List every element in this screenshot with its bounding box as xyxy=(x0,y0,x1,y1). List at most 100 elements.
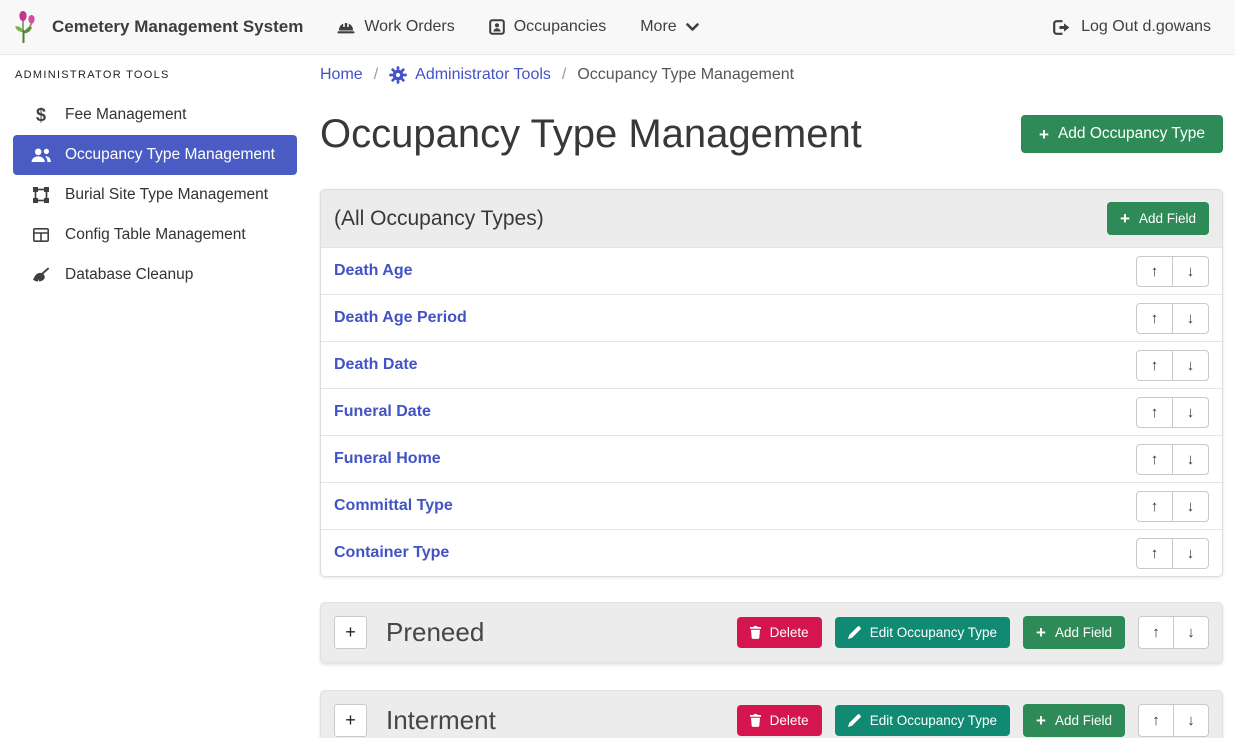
breadcrumb: Home / xyxy=(320,63,1223,87)
table-row: Death Age ↑ ↓ xyxy=(321,247,1222,294)
plus-icon: + xyxy=(1120,210,1130,227)
reorder-buttons: ↑ ↓ xyxy=(1136,538,1209,569)
edit-occupancy-type-button[interactable]: Edit Occupancy Type xyxy=(835,705,1010,736)
pencil-icon xyxy=(848,626,861,639)
section-actions: Delete Edit Occupancy Type + Add Field ↑ xyxy=(737,704,1209,737)
broom-icon xyxy=(30,267,52,283)
field-link-container-type[interactable]: Container Type xyxy=(334,544,449,562)
section-title: Preneed xyxy=(386,617,484,648)
delete-button[interactable]: Delete xyxy=(737,705,822,736)
button-label: Add Field xyxy=(1055,713,1112,728)
all-occupancy-types-card: (All Occupancy Types) + Add Field Death … xyxy=(320,189,1223,577)
logout-button[interactable]: Log Out d.gowans xyxy=(1053,18,1211,36)
reorder-buttons: ↑ ↓ xyxy=(1136,350,1209,381)
main-nav: Work Orders Occupancies More xyxy=(303,18,698,36)
sidebar: ADMINISTRATOR TOOLS $ Fee Management Occ… xyxy=(0,55,310,738)
button-label: Add Occupancy Type xyxy=(1058,125,1205,143)
move-down-button[interactable]: ↓ xyxy=(1172,256,1209,287)
reorder-buttons: ↑ ↓ xyxy=(1138,616,1209,649)
nav-label: More xyxy=(640,18,676,36)
table-row: Death Date ↑ ↓ xyxy=(321,341,1222,388)
vector-square-icon xyxy=(30,187,52,203)
app-brand[interactable]: Cemetery Management System xyxy=(14,10,303,44)
move-down-button[interactable]: ↓ xyxy=(1172,303,1209,334)
move-down-button[interactable]: ↓ xyxy=(1173,616,1209,649)
field-link-funeral-date[interactable]: Funeral Date xyxy=(334,403,431,421)
field-link-death-age[interactable]: Death Age xyxy=(334,262,413,280)
move-down-button[interactable]: ↓ xyxy=(1173,704,1209,737)
move-down-button[interactable]: ↓ xyxy=(1172,397,1209,428)
pencil-icon xyxy=(848,714,861,727)
section-actions: Delete Edit Occupancy Type + Add Field ↑ xyxy=(737,616,1209,649)
app-title: Cemetery Management System xyxy=(52,17,303,37)
sidebar-item-occupancy-type-management[interactable]: Occupancy Type Management xyxy=(13,135,297,175)
chevron-down-icon xyxy=(686,23,699,32)
breadcrumb-administrator-tools[interactable]: Administrator Tools xyxy=(389,66,551,84)
sidebar-item-database-cleanup[interactable]: Database Cleanup xyxy=(13,255,297,295)
edit-occupancy-type-button[interactable]: Edit Occupancy Type xyxy=(835,617,1010,648)
move-up-button[interactable]: ↑ xyxy=(1136,256,1173,287)
expand-button[interactable]: + xyxy=(334,704,367,737)
move-up-button[interactable]: ↑ xyxy=(1136,491,1173,522)
move-up-button[interactable]: ↑ xyxy=(1136,397,1173,428)
delete-button[interactable]: Delete xyxy=(737,617,822,648)
reorder-buttons: ↑ ↓ xyxy=(1136,397,1209,428)
card-title: (All Occupancy Types) xyxy=(334,205,544,233)
move-down-button[interactable]: ↓ xyxy=(1172,491,1209,522)
nav-work-orders[interactable]: Work Orders xyxy=(337,18,454,36)
field-link-death-age-period[interactable]: Death Age Period xyxy=(334,309,467,327)
occupancy-type-section-preneed: + Preneed Delete xyxy=(320,602,1223,663)
move-up-button[interactable]: ↑ xyxy=(1136,303,1173,334)
sidebar-item-label: Burial Site Type Management xyxy=(65,186,268,204)
table-row: Death Age Period ↑ ↓ xyxy=(321,294,1222,341)
sidebar-item-label: Fee Management xyxy=(65,106,187,124)
trash-icon xyxy=(750,714,761,727)
button-label: Edit Occupancy Type xyxy=(870,625,997,640)
breadcrumb-home[interactable]: Home xyxy=(320,66,363,84)
button-label: Add Field xyxy=(1139,211,1196,226)
nav-label: Work Orders xyxy=(364,18,454,36)
card-header: (All Occupancy Types) + Add Field xyxy=(321,190,1222,247)
nav-more[interactable]: More xyxy=(640,18,698,36)
button-label: Edit Occupancy Type xyxy=(870,713,997,728)
add-occupancy-type-button[interactable]: + Add Occupancy Type xyxy=(1021,115,1223,153)
table-row: Container Type ↑ ↓ xyxy=(321,529,1222,576)
move-down-button[interactable]: ↓ xyxy=(1172,350,1209,381)
top-navbar: Cemetery Management System Work Orders O… xyxy=(0,0,1235,55)
move-up-button[interactable]: ↑ xyxy=(1136,444,1173,475)
move-down-button[interactable]: ↓ xyxy=(1172,538,1209,569)
move-up-button[interactable]: ↑ xyxy=(1136,538,1173,569)
sidebar-item-fee-management[interactable]: $ Fee Management xyxy=(13,95,297,135)
gear-icon xyxy=(389,66,407,84)
move-down-button[interactable]: ↓ xyxy=(1172,444,1209,475)
move-up-button[interactable]: ↑ xyxy=(1138,704,1174,737)
add-field-button[interactable]: + Add Field xyxy=(1107,202,1209,235)
trash-icon xyxy=(750,626,761,639)
sidebar-item-label: Config Table Management xyxy=(65,226,246,244)
occupancy-type-section-interment: + Interment Delete xyxy=(320,690,1223,738)
field-link-funeral-home[interactable]: Funeral Home xyxy=(334,450,441,468)
reorder-buttons: ↑ ↓ xyxy=(1136,491,1209,522)
add-field-button[interactable]: + Add Field xyxy=(1023,616,1125,649)
breadcrumb-separator: / xyxy=(562,66,566,84)
button-label: Add Field xyxy=(1055,625,1112,640)
move-up-button[interactable]: ↑ xyxy=(1138,616,1174,649)
reorder-buttons: ↑ ↓ xyxy=(1136,444,1209,475)
sign-out-icon xyxy=(1053,20,1071,35)
field-link-death-date[interactable]: Death Date xyxy=(334,356,418,374)
move-up-button[interactable]: ↑ xyxy=(1136,350,1173,381)
table-row: Committal Type ↑ ↓ xyxy=(321,482,1222,529)
expand-button[interactable]: + xyxy=(334,616,367,649)
hard-hat-icon xyxy=(337,20,355,34)
nav-occupancies[interactable]: Occupancies xyxy=(489,18,607,36)
field-link-committal-type[interactable]: Committal Type xyxy=(334,497,453,515)
sidebar-item-burial-site-type-management[interactable]: Burial Site Type Management xyxy=(13,175,297,215)
add-field-button[interactable]: + Add Field xyxy=(1023,704,1125,737)
breadcrumb-label: Administrator Tools xyxy=(415,66,551,84)
page-title: Occupancy Type Management xyxy=(320,111,862,157)
plus-icon: + xyxy=(1036,624,1046,641)
button-label: Delete xyxy=(770,625,809,640)
reorder-buttons: ↑ ↓ xyxy=(1138,704,1209,737)
sidebar-item-config-table-management[interactable]: Config Table Management xyxy=(13,215,297,255)
sidebar-item-label: Occupancy Type Management xyxy=(65,146,275,164)
